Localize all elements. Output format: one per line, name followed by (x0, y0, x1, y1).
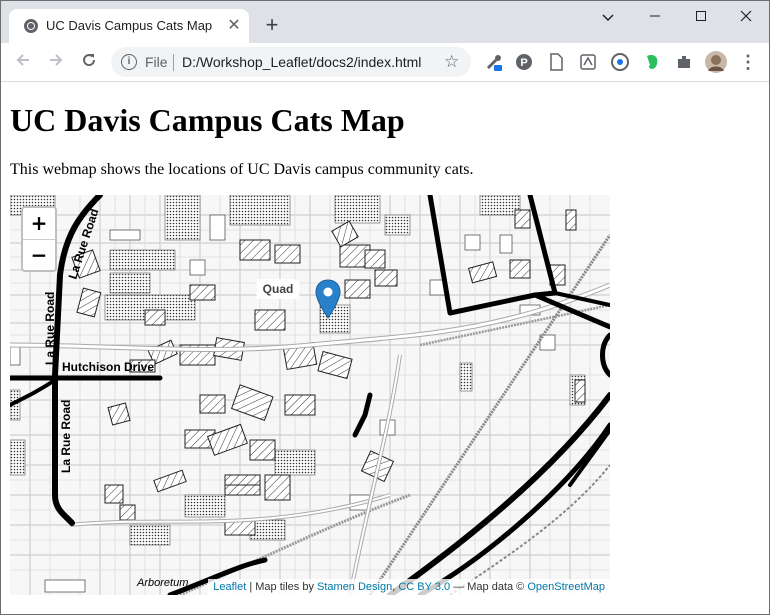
tab-strip: UC Davis Campus Cats Map ✕ + (1, 1, 769, 43)
attribution-stamen-link[interactable]: Stamen Design (317, 581, 392, 593)
pinterest-icon[interactable]: P (515, 53, 533, 71)
maximize-icon (696, 11, 706, 21)
page-content: UC Davis Campus Cats Map This webmap sho… (1, 82, 769, 614)
zoom-out-button[interactable]: − (23, 240, 55, 271)
back-button[interactable] (12, 51, 34, 73)
maximize-button[interactable] (686, 7, 716, 27)
zoom-in-button[interactable]: + (23, 208, 55, 240)
reload-button[interactable] (78, 51, 100, 73)
bookmark-star-icon[interactable]: ☆ (444, 52, 459, 72)
page-description: This webmap shows the locations of UC Da… (10, 161, 474, 178)
browser-toolbar: i File D:/Workshop_Leaflet/docs2/index.h… (1, 43, 769, 82)
label-la-rue-road-middle: La Rue Road (43, 292, 57, 365)
tab-active[interactable]: UC Davis Campus Cats Map ✕ (9, 9, 249, 43)
arrow-left-icon (16, 54, 29, 66)
grammarly-icon[interactable] (611, 53, 629, 71)
tab-close-button[interactable]: ✕ (225, 17, 243, 35)
tab-search-button[interactable] (593, 7, 623, 27)
attribution-leaflet-link[interactable]: Leaflet (213, 581, 246, 593)
browser-window: UC Davis Campus Cats Map ✕ + i File D:/W… (0, 0, 770, 615)
new-tab-button[interactable]: + (261, 14, 283, 37)
label-la-rue-road-south: La Rue Road (59, 400, 73, 473)
map-attribution: Leaflet | Map tiles by Stamen Design, CC… (208, 579, 610, 595)
attribution-license-link[interactable]: CC BY 3.0 (398, 581, 450, 593)
close-window-button[interactable] (731, 7, 761, 27)
eyedropper-icon[interactable] (485, 53, 503, 71)
document-icon[interactable] (547, 53, 565, 71)
address-bar[interactable]: i File D:/Workshop_Leaflet/docs2/index.h… (111, 47, 471, 77)
menu-icon[interactable]: ⋮ (737, 51, 759, 73)
extensions-icon[interactable] (675, 53, 693, 71)
label-hutchison-drive: Hutchison Drive (62, 360, 154, 374)
globe-icon (24, 19, 38, 33)
profile-avatar[interactable] (705, 51, 727, 73)
map-tiles[interactable]: Quad Hutchison Drive La Rue Road La Rue … (10, 195, 610, 595)
reload-icon (83, 54, 96, 67)
minimize-icon (650, 15, 660, 17)
attribution-osm-link[interactable]: OpenStreetMap (527, 581, 605, 593)
close-icon (740, 10, 752, 22)
pdf-icon[interactable] (579, 53, 597, 71)
label-arboretum: Arboretum (136, 577, 188, 589)
address-divider (173, 54, 174, 71)
map-container[interactable]: Quad Hutchison Drive La Rue Road La Rue … (10, 195, 610, 595)
label-quad: Quad (263, 282, 294, 296)
tab-title: UC Davis Campus Cats Map (46, 18, 213, 33)
cat-location-marker[interactable] (315, 279, 341, 319)
arrow-right-icon (50, 54, 63, 66)
scheme-label: File (145, 54, 168, 70)
site-info-icon[interactable]: i (121, 54, 137, 70)
forward-button[interactable] (45, 51, 67, 73)
chevron-down-icon (602, 14, 614, 22)
svg-text:P: P (520, 57, 527, 69)
zoom-control: + − (21, 206, 57, 272)
attribution-text-1: | Map tiles by (246, 581, 318, 593)
page-title: UC Davis Campus Cats Map (10, 102, 405, 138)
attribution-text-3: — Map data © (450, 581, 528, 593)
evernote-icon[interactable] (643, 53, 661, 71)
url-text[interactable]: D:/Workshop_Leaflet/docs2/index.html (182, 54, 421, 70)
minimize-button[interactable] (640, 7, 670, 27)
